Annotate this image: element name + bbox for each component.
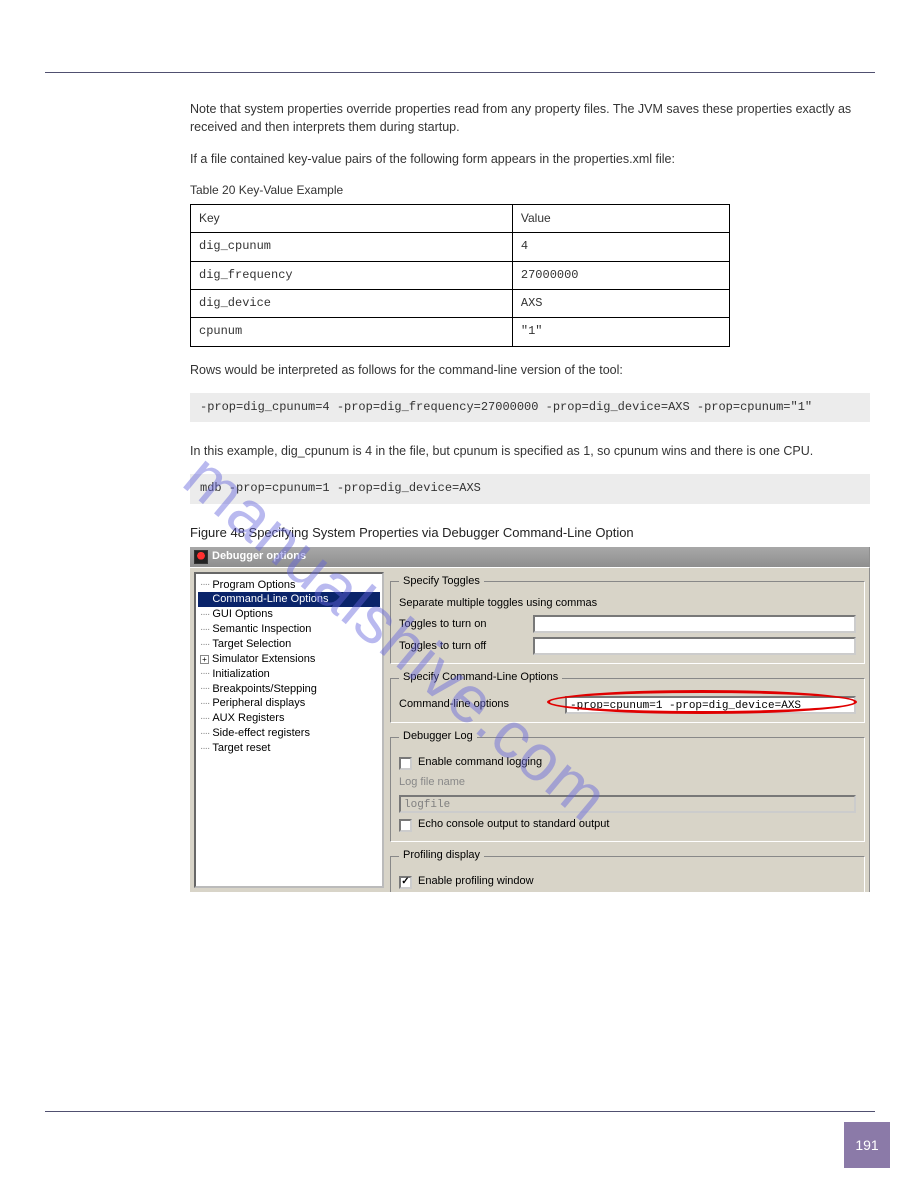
toggles-on-label: Toggles to turn on bbox=[399, 617, 527, 633]
table-cell: dig_cpunum bbox=[191, 233, 513, 261]
tree-item[interactable]: ····Program Options bbox=[198, 578, 380, 593]
tree-item-label: Target reset bbox=[212, 741, 270, 756]
document-body: Note that system properties override pro… bbox=[190, 100, 868, 892]
tree-item-label: Peripheral displays bbox=[212, 696, 305, 711]
tree-branch-icon: ···· bbox=[200, 712, 209, 726]
tree-branch-icon: ···· bbox=[200, 623, 209, 637]
tree-item-label: Breakpoints/Stepping bbox=[212, 682, 317, 697]
paragraph: Rows would be interpreted as follows for… bbox=[190, 361, 868, 379]
table-cell: 4 bbox=[512, 233, 729, 261]
table-row: cpunum"1" bbox=[191, 318, 730, 346]
tree-branch-icon: ···· bbox=[200, 608, 209, 622]
tree-item-label: Semantic Inspection bbox=[212, 622, 311, 637]
enable-profiling-checkbox[interactable] bbox=[399, 876, 412, 889]
dialog-titlebar[interactable]: Debugger options bbox=[190, 547, 870, 567]
tree-item[interactable]: ····Initialization bbox=[198, 667, 380, 682]
tree-item-label: Side-effect registers bbox=[212, 726, 310, 741]
enable-profiling-label: Enable profiling window bbox=[418, 874, 534, 890]
tree-item-label: Target Selection bbox=[212, 637, 291, 652]
tree-item-label: GUI Options bbox=[212, 607, 273, 622]
log-file-input[interactable]: logfile bbox=[399, 795, 856, 813]
profiling-legend: Profiling display bbox=[399, 848, 484, 864]
tree-item[interactable]: +Simulator Extensions bbox=[198, 652, 380, 667]
key-value-table: Table 20 Key-Value Example KeyValuedig_c… bbox=[190, 182, 868, 346]
table-cell: 27000000 bbox=[512, 261, 729, 289]
toggles-on-input[interactable] bbox=[533, 615, 856, 633]
table-header: Value bbox=[512, 204, 729, 232]
tree-item[interactable]: ····Breakpoints/Stepping bbox=[198, 682, 380, 697]
table-row: dig_deviceAXS bbox=[191, 289, 730, 317]
options-panels: Specify Toggles Separate multiple toggle… bbox=[388, 568, 869, 892]
cmdline-group: Specify Command-Line Options Command-lin… bbox=[390, 670, 865, 723]
table-cell: "1" bbox=[512, 318, 729, 346]
table-cell: dig_frequency bbox=[191, 261, 513, 289]
table-cell: cpunum bbox=[191, 318, 513, 346]
toggles-hint: Separate multiple toggles using commas bbox=[399, 596, 856, 612]
toggles-group: Specify Toggles Separate multiple toggle… bbox=[390, 574, 865, 665]
cmdline-input[interactable]: -prop=cpunum=1 -prop=dig_device=AXS bbox=[565, 696, 856, 714]
log-legend: Debugger Log bbox=[399, 729, 477, 745]
tree-item[interactable]: ····GUI Options bbox=[198, 607, 380, 622]
toggles-off-input[interactable] bbox=[533, 637, 856, 655]
tree-branch-icon: ···· bbox=[200, 682, 209, 696]
enable-logging-checkbox[interactable] bbox=[399, 757, 412, 770]
toggles-legend: Specify Toggles bbox=[399, 574, 484, 590]
command-block: -prop=dig_cpunum=4 -prop=dig_frequency=2… bbox=[190, 393, 870, 422]
tree-item[interactable]: ····Semantic Inspection bbox=[198, 622, 380, 637]
expand-icon[interactable]: + bbox=[200, 655, 209, 664]
log-group: Debugger Log Enable command logging Log … bbox=[390, 729, 865, 842]
paragraph: Note that system properties override pro… bbox=[190, 100, 868, 136]
tree-item[interactable]: ····Side-effect registers bbox=[198, 726, 380, 741]
tree-item[interactable]: ····Target reset bbox=[198, 741, 380, 756]
tree-item[interactable]: ····Peripheral displays bbox=[198, 696, 380, 711]
tree-item-label: Command-Line Options bbox=[212, 592, 328, 607]
tree-item[interactable]: ····AUX Registers bbox=[198, 711, 380, 726]
paragraph: If a file contained key-value pairs of t… bbox=[190, 150, 868, 168]
tree-branch-icon: ···· bbox=[200, 697, 209, 711]
dialog-title: Debugger options bbox=[212, 549, 306, 565]
app-icon bbox=[194, 550, 208, 564]
tree-branch-icon: ···· bbox=[200, 638, 209, 652]
tree-item-label: AUX Registers bbox=[212, 711, 284, 726]
page-number-tab: 191 bbox=[844, 1122, 890, 1168]
tree-item-label: Program Options bbox=[212, 578, 295, 593]
table-caption: Table 20 Key-Value Example bbox=[190, 182, 868, 199]
log-file-label: Log file name bbox=[399, 775, 527, 791]
table-cell: AXS bbox=[512, 289, 729, 317]
table-row: dig_frequency27000000 bbox=[191, 261, 730, 289]
tree-branch-icon: ···· bbox=[200, 593, 209, 607]
top-rule bbox=[45, 72, 875, 73]
cmdline-legend: Specify Command-Line Options bbox=[399, 670, 562, 686]
debugger-options-dialog: Debugger options ····Program Options····… bbox=[190, 547, 870, 892]
tree-branch-icon: ···· bbox=[200, 727, 209, 741]
tree-branch-icon: ···· bbox=[200, 667, 209, 681]
cmdline-label: Command-line options bbox=[399, 697, 559, 713]
tree-branch-icon: ···· bbox=[200, 742, 209, 756]
table-cell: dig_device bbox=[191, 289, 513, 317]
paragraph: In this example, dig_cpunum is 4 in the … bbox=[190, 442, 868, 460]
tree-item[interactable]: ····Command-Line Options bbox=[198, 592, 380, 607]
tree-item-label: Initialization bbox=[212, 667, 269, 682]
tree-branch-icon: ···· bbox=[200, 578, 209, 592]
toggles-off-label: Toggles to turn off bbox=[399, 639, 527, 655]
echo-output-label: Echo console output to standard output bbox=[418, 817, 609, 833]
table-row: dig_cpunum4 bbox=[191, 233, 730, 261]
enable-logging-label: Enable command logging bbox=[418, 755, 542, 771]
command-block: mdb -prop=cpunum=1 -prop=dig_device=AXS bbox=[190, 474, 870, 503]
profiling-group: Profiling display Enable profiling windo… bbox=[390, 848, 865, 891]
echo-output-checkbox[interactable] bbox=[399, 819, 412, 832]
tree-item[interactable]: ····Target Selection bbox=[198, 637, 380, 652]
figure-caption: Figure 48 Specifying System Properties v… bbox=[190, 524, 868, 543]
table-header: Key bbox=[191, 204, 513, 232]
bottom-rule bbox=[45, 1111, 875, 1112]
tree-item-label: Simulator Extensions bbox=[212, 652, 315, 667]
options-tree[interactable]: ····Program Options····Command-Line Opti… bbox=[194, 572, 384, 888]
